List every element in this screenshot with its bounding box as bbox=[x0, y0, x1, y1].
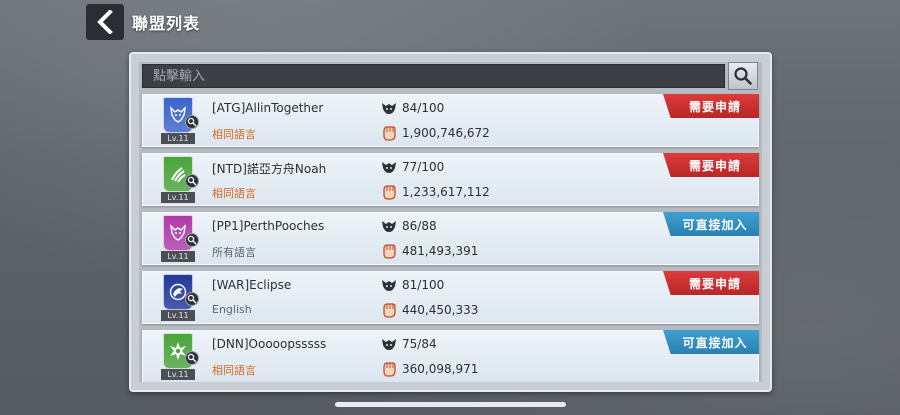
member-count: 77/100 bbox=[402, 160, 445, 174]
home-indicator[interactable] bbox=[335, 402, 566, 407]
clan-power: 360,098,971 bbox=[402, 362, 479, 376]
clan-language: 相同語言 bbox=[212, 364, 256, 377]
fist-icon bbox=[383, 244, 396, 259]
clan-list: Lv.11 [ATG]AllinTogether 相同語言 84/100 1,9… bbox=[142, 94, 759, 382]
member-count: 75/84 bbox=[402, 337, 437, 351]
clan-level: Lv.11 bbox=[161, 369, 195, 380]
fist-icon bbox=[383, 303, 396, 318]
join-directly-button[interactable]: 可直接加入 bbox=[663, 212, 759, 236]
clan-level: Lv.11 bbox=[161, 192, 195, 203]
clan-power: 1,233,617,112 bbox=[402, 185, 490, 199]
clan-level: Lv.11 bbox=[161, 133, 195, 144]
search-input[interactable] bbox=[142, 64, 725, 88]
join-directly-button[interactable]: 可直接加入 bbox=[663, 330, 759, 354]
clan-language: English bbox=[212, 303, 252, 316]
fist-icon bbox=[383, 126, 396, 141]
back-button[interactable] bbox=[86, 4, 124, 40]
clan-row[interactable]: Lv.11 [DNN]Ooooopsssss 相同語言 75/84 360,09… bbox=[142, 330, 759, 382]
panel-inner: Lv.11 [ATG]AllinTogether 相同語言 84/100 1,9… bbox=[139, 62, 762, 382]
clan-name: [DNN]Ooooopsssss bbox=[212, 337, 327, 351]
clan-row[interactable]: Lv.11 [WAR]Eclipse English 81/100 440,45… bbox=[142, 271, 759, 324]
clan-emblem[interactable]: Lv.11 bbox=[161, 97, 199, 144]
clan-language: 所有語言 bbox=[212, 246, 256, 259]
clan-emblem[interactable]: Lv.11 bbox=[161, 333, 199, 380]
chevron-left-icon bbox=[97, 10, 113, 34]
clan-name: [PP1]PerthPooches bbox=[212, 219, 325, 233]
search-icon bbox=[734, 67, 752, 85]
view-details-icon[interactable] bbox=[185, 292, 199, 306]
clan-language: 相同語言 bbox=[212, 128, 256, 141]
clan-emblem[interactable]: Lv.11 bbox=[161, 156, 199, 203]
fist-icon bbox=[383, 362, 396, 377]
member-count: 81/100 bbox=[402, 278, 445, 292]
clan-level: Lv.11 bbox=[161, 310, 195, 321]
view-details-icon[interactable] bbox=[185, 115, 199, 129]
clan-language: 相同語言 bbox=[212, 187, 256, 200]
member-count: 86/88 bbox=[402, 219, 437, 233]
clan-name: [ATG]AllinTogether bbox=[212, 101, 324, 115]
view-details-icon[interactable] bbox=[185, 174, 199, 188]
clan-row[interactable]: Lv.11 [PP1]PerthPooches 所有語言 86/88 481,4… bbox=[142, 212, 759, 265]
view-details-icon[interactable] bbox=[185, 351, 199, 365]
members-icon bbox=[382, 339, 396, 350]
view-details-icon[interactable] bbox=[185, 233, 199, 247]
apply-required-badge[interactable]: 需要申請 bbox=[663, 94, 759, 118]
clan-power: 440,450,333 bbox=[402, 303, 479, 317]
fist-icon bbox=[383, 185, 396, 200]
apply-required-badge[interactable]: 需要申請 bbox=[663, 271, 759, 295]
members-icon bbox=[382, 162, 396, 173]
clan-name: [NTD]諾亞方舟Noah bbox=[212, 162, 327, 176]
clan-row[interactable]: Lv.11 [ATG]AllinTogether 相同語言 84/100 1,9… bbox=[142, 94, 759, 147]
page-title: 聯盟列表 bbox=[132, 14, 201, 33]
clan-level: Lv.11 bbox=[161, 251, 195, 262]
clan-name: [WAR]Eclipse bbox=[212, 278, 292, 292]
clan-power: 481,493,391 bbox=[402, 244, 479, 258]
apply-required-badge[interactable]: 需要申請 bbox=[663, 153, 759, 177]
clan-row[interactable]: Lv.11 [NTD]諾亞方舟Noah 相同語言 77/100 1,233,61… bbox=[142, 153, 759, 206]
clan-list-panel: Lv.11 [ATG]AllinTogether 相同語言 84/100 1,9… bbox=[129, 52, 772, 392]
clan-power: 1,900,746,672 bbox=[402, 126, 490, 140]
member-count: 84/100 bbox=[402, 101, 445, 115]
members-icon bbox=[382, 280, 396, 291]
clan-emblem[interactable]: Lv.11 bbox=[161, 274, 199, 321]
search-button[interactable] bbox=[728, 62, 758, 90]
search-bar bbox=[142, 62, 758, 90]
members-icon bbox=[382, 221, 396, 232]
clan-emblem[interactable]: Lv.11 bbox=[161, 215, 199, 262]
members-icon bbox=[382, 103, 396, 114]
